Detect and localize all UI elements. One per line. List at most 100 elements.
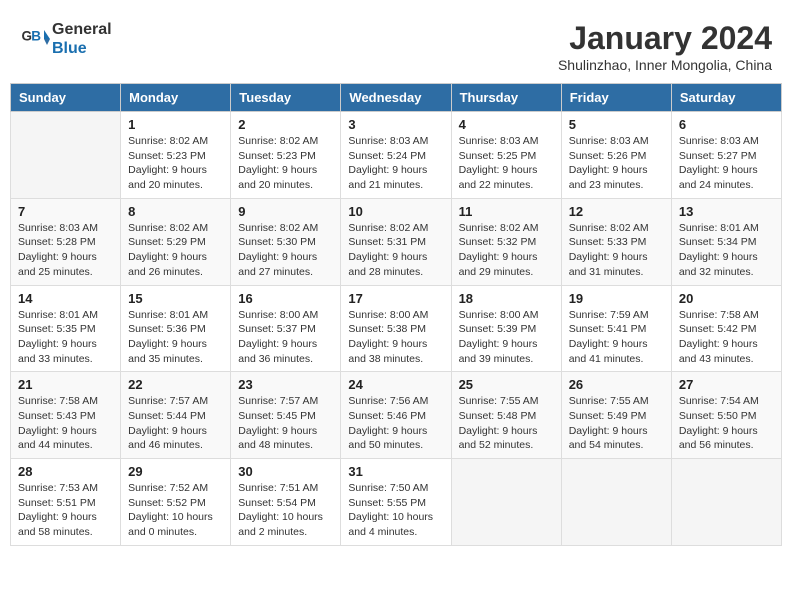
day-number: 20 [679, 291, 774, 306]
day-number: 26 [569, 377, 664, 392]
calendar-cell: 22Sunrise: 7:57 AMSunset: 5:44 PMDayligh… [121, 372, 231, 459]
cell-line: Sunrise: 7:55 AM [569, 395, 649, 407]
calendar-cell: 31 Sunrise: 7:50 AM Sunset: 5:55 PM Dayligh… [341, 459, 451, 546]
cell-line: and 48 minutes. [238, 439, 313, 451]
day-number: 10 [348, 204, 443, 219]
cell-line: Daylight: 9 hours [459, 425, 538, 437]
calendar-cell: 20Sunrise: 7:58 AMSunset: 5:42 PMDayligh… [671, 285, 781, 372]
cell-line: Daylight: 9 hours [348, 425, 427, 437]
day-number: 29 [128, 464, 223, 479]
calendar-cell: 5Sunrise: 8:03 AMSunset: 5:26 PMDaylight… [561, 112, 671, 199]
cell-line: Sunset: 5:27 PM [679, 150, 757, 162]
cell-info: Sunrise: 7:52 AMSunset: 5:52 PMDaylight:… [128, 481, 223, 540]
day-number: 21 [18, 377, 113, 392]
cell-line: Sunset: 5:25 PM [459, 150, 537, 162]
cell-line: and 39 minutes. [459, 353, 534, 365]
cell-info: Sunrise: 7:53 AMSunset: 5:51 PMDaylight:… [18, 481, 113, 540]
cell-info: Sunrise: 8:03 AM Sunset: 5:25 PM Daylight:… [459, 134, 554, 193]
day-number: 2 [238, 117, 333, 132]
calendar-week-row: 21 Sunrise: 7:58 AMSunset: 5:43 PMDayligh… [11, 372, 782, 459]
cell-line: Sunset: 5:45 PM [238, 410, 316, 422]
cell-info: Sunrise: 7:58 AMSunset: 5:43 PMDaylight:… [18, 394, 113, 453]
cell-line: and 20 minutes. [238, 179, 313, 191]
cell-line: Daylight: 9 hours [348, 338, 427, 350]
cell-info: Sunrise: 8:03 AMSunset: 5:24 PMDaylight:… [348, 134, 443, 193]
cell-line: Sunset: 5:31 PM [348, 236, 426, 248]
cell-line: and 38 minutes. [348, 353, 423, 365]
cell-line: Sunset: 5:26 PM [569, 150, 647, 162]
cell-line: Sunrise: 8:02 AM [348, 222, 428, 234]
cell-line: Daylight: 9 hours [348, 251, 427, 263]
day-number: 24 [348, 377, 443, 392]
cell-line: Sunrise: 8:00 AM [238, 309, 318, 321]
cell-line: Sunset: 5:42 PM [679, 323, 757, 335]
cell-line: Sunset: 5:36 PM [128, 323, 206, 335]
cell-line: and 41 minutes. [569, 353, 644, 365]
calendar-cell: 10 Sunrise: 8:02 AM Sunset: 5:31 PM Dayligh… [341, 198, 451, 285]
cell-line: Daylight: 10 hours [348, 511, 433, 523]
cell-line: Sunrise: 7:50 AM [348, 482, 428, 494]
cell-line: Sunset: 5:34 PM [679, 236, 757, 248]
cell-line: Daylight: 9 hours [459, 164, 538, 176]
logo-icon: G B [20, 24, 50, 54]
cell-line: and 21 minutes. [348, 179, 423, 191]
cell-line: Sunset: 5:35 PM [18, 323, 96, 335]
cell-line: Daylight: 9 hours [238, 251, 317, 263]
cell-line: Daylight: 9 hours [459, 251, 538, 263]
cell-line: Sunset: 5:32 PM [459, 236, 537, 248]
cell-line: Daylight: 9 hours [348, 164, 427, 176]
day-number: 17 [348, 291, 443, 306]
cell-line: Sunrise: 8:02 AM [238, 222, 318, 234]
cell-line: and 24 minutes. [679, 179, 754, 191]
cell-line: Sunrise: 8:01 AM [679, 222, 759, 234]
cell-line: Daylight: 9 hours [18, 251, 97, 263]
cell-line: Sunset: 5:23 PM [128, 150, 206, 162]
cell-line: and 29 minutes. [459, 266, 534, 278]
day-number: 31 [348, 464, 443, 479]
calendar-cell: 12Sunrise: 8:02 AMSunset: 5:33 PMDayligh… [561, 198, 671, 285]
cell-line: Daylight: 9 hours [569, 251, 648, 263]
cell-line: Sunrise: 7:59 AM [569, 309, 649, 321]
cell-line: Sunrise: 8:03 AM [348, 135, 428, 147]
cell-info: Sunrise: 8:03 AMSunset: 5:28 PMDaylight:… [18, 221, 113, 280]
cell-line: Sunset: 5:28 PM [18, 236, 96, 248]
cell-line: Sunset: 5:51 PM [18, 497, 96, 509]
cell-line: Sunset: 5:30 PM [238, 236, 316, 248]
cell-info: Sunrise: 8:02 AMSunset: 5:29 PMDaylight:… [128, 221, 223, 280]
calendar-cell: 7Sunrise: 8:03 AMSunset: 5:28 PMDaylight… [11, 198, 121, 285]
cell-line: Daylight: 9 hours [18, 338, 97, 350]
cell-line: Sunset: 5:50 PM [679, 410, 757, 422]
cell-line: Sunset: 5:54 PM [238, 497, 316, 509]
day-number: 9 [238, 204, 333, 219]
cell-line: Daylight: 9 hours [679, 338, 758, 350]
cell-line: and 31 minutes. [569, 266, 644, 278]
calendar-cell: 8Sunrise: 8:02 AMSunset: 5:29 PMDaylight… [121, 198, 231, 285]
day-number: 12 [569, 204, 664, 219]
cell-line: Sunset: 5:46 PM [348, 410, 426, 422]
cell-line: Sunrise: 8:02 AM [459, 222, 539, 234]
logo-text: GeneralBlue [52, 20, 112, 58]
calendar-cell [451, 459, 561, 546]
cell-info: Sunrise: 8:02 AMSunset: 5:23 PMDaylight:… [238, 134, 333, 193]
calendar-cell [671, 459, 781, 546]
cell-line: Sunset: 5:55 PM [348, 497, 426, 509]
cell-info: Sunrise: 8:01 AM Sunset: 5:34 PM Daylight:… [679, 221, 774, 280]
cell-line: Daylight: 9 hours [128, 338, 207, 350]
cell-info: Sunrise: 8:01 AMSunset: 5:36 PMDaylight:… [128, 308, 223, 367]
calendar-table: SundayMondayTuesdayWednesdayThursdayFrid… [10, 83, 782, 546]
cell-line: Sunrise: 8:03 AM [459, 135, 539, 147]
cell-line: Sunrise: 8:01 AM [18, 309, 98, 321]
cell-line: and 26 minutes. [128, 266, 203, 278]
cell-line: and 20 minutes. [128, 179, 203, 191]
cell-line: and 46 minutes. [128, 439, 203, 451]
day-number: 19 [569, 291, 664, 306]
calendar-cell [561, 459, 671, 546]
header: G B GeneralBlue January 2024 Shulinzhao,… [10, 10, 782, 78]
cell-line: Sunrise: 8:00 AM [348, 309, 428, 321]
day-number: 3 [348, 117, 443, 132]
cell-line: Sunset: 5:23 PM [238, 150, 316, 162]
cell-info: Sunrise: 8:03 AMSunset: 5:26 PMDaylight:… [569, 134, 664, 193]
cell-info: Sunrise: 8:03 AMSunset: 5:27 PMDaylight:… [679, 134, 774, 193]
cell-line: Sunrise: 7:56 AM [348, 395, 428, 407]
cell-line: Daylight: 9 hours [679, 251, 758, 263]
